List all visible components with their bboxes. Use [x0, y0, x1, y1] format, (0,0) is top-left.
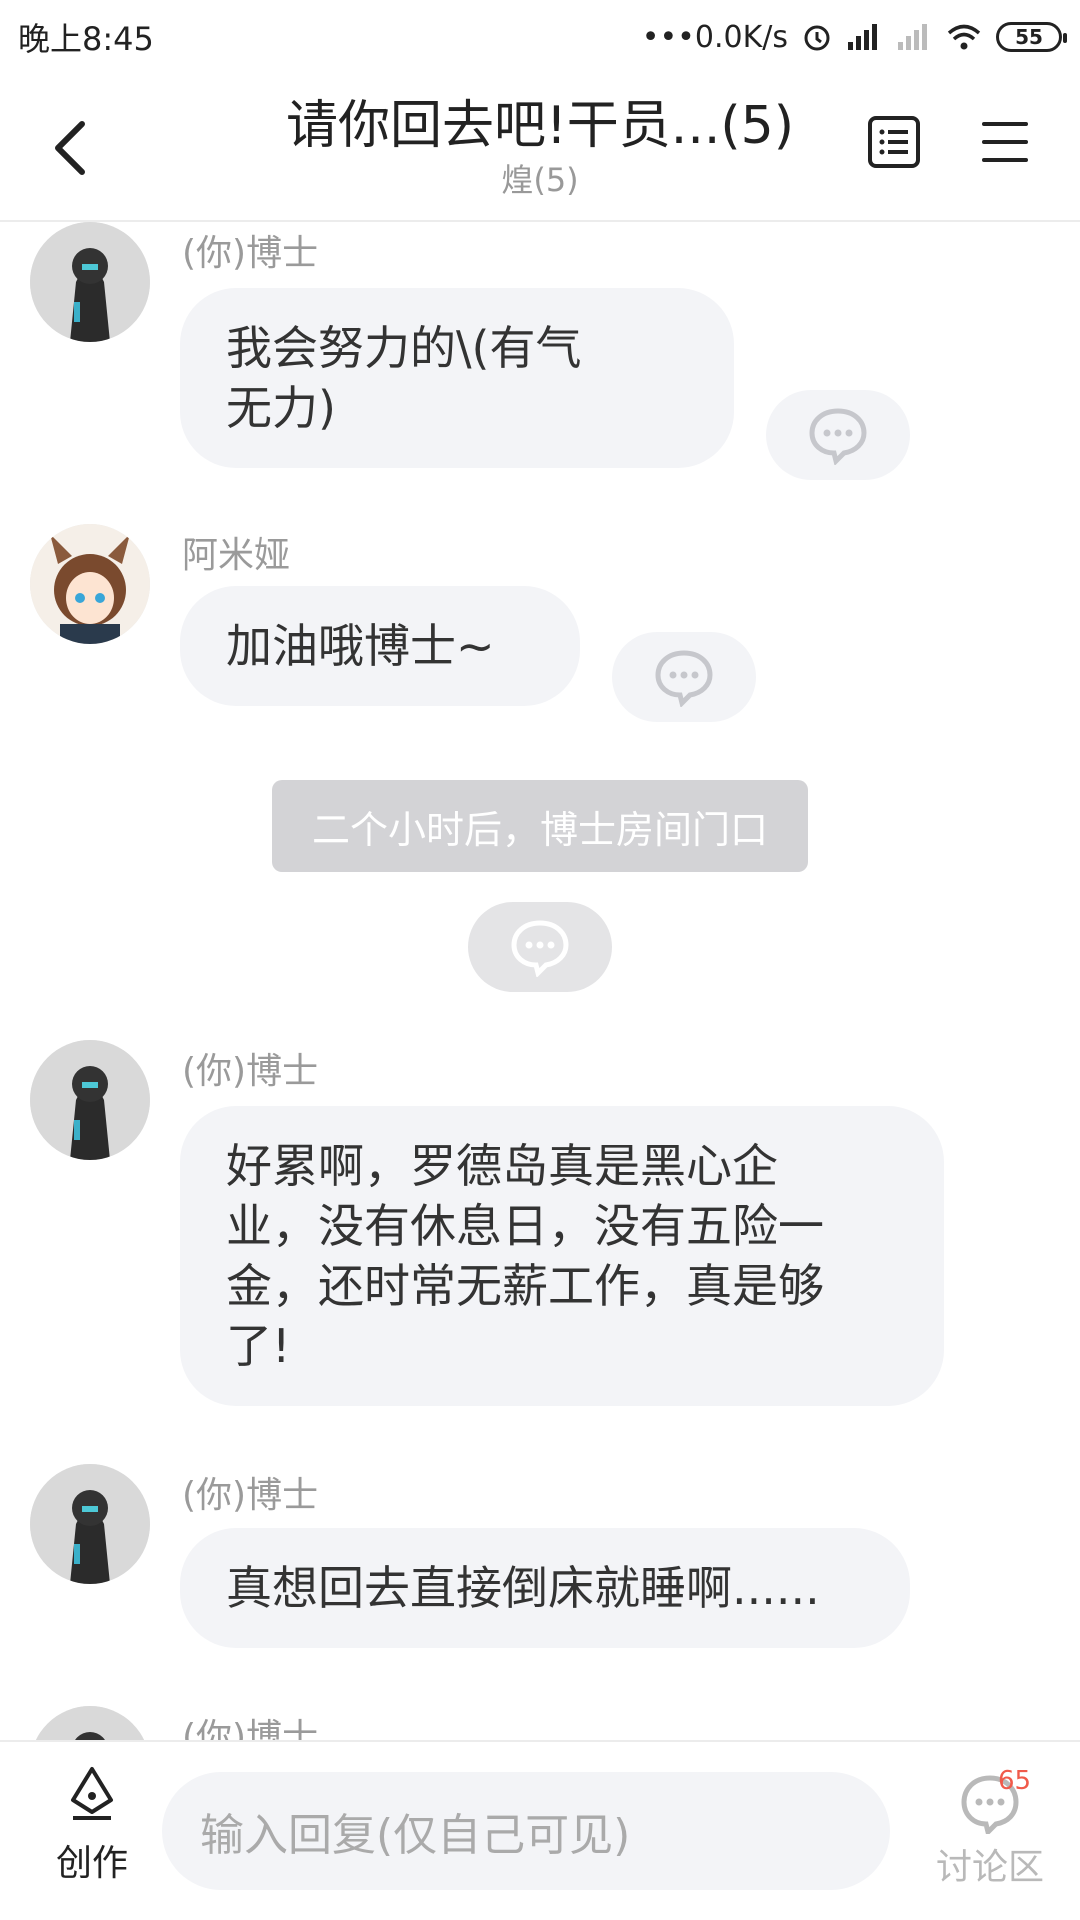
chat-area[interactable]: (你)博士 我会努力的\(有气 无力) 阿米娅 加油哦博士~ 二个小时后，博士房… — [0, 222, 1080, 1740]
sender-name: 阿米娅 — [182, 535, 291, 576]
title-area: 请你回去吧!干员...(5) 煌(5) — [200, 94, 880, 202]
chat-bubble-icon — [809, 408, 867, 465]
message-bubble[interactable]: 加油哦博士~ — [180, 586, 580, 706]
signal-empty-icon — [896, 22, 932, 52]
sender-name: (你)博士 — [182, 1717, 319, 1740]
battery-icon: 55 — [996, 22, 1067, 52]
hamburger-menu-icon — [982, 122, 1028, 162]
network-speed: •••0.0K/s — [641, 19, 788, 55]
wifi-icon — [946, 22, 982, 52]
catalog-button[interactable] — [866, 114, 926, 174]
alarm-icon — [802, 22, 832, 52]
message-bubble[interactable]: 我会努力的\(有气 无力) — [180, 288, 734, 468]
narration-comment-button[interactable] — [468, 902, 612, 992]
avatar-doctor[interactable] — [30, 1464, 150, 1584]
reply-input[interactable]: 输入回复(仅自己可见) — [162, 1772, 890, 1890]
message-bubble[interactable]: 好累啊，罗德岛真是黑心企 业，没有休息日，没有五险一 金，还时常无薪工作，真是够… — [180, 1106, 944, 1406]
chevron-left-icon — [55, 121, 85, 175]
create-button[interactable]: 创作 — [42, 1766, 142, 1896]
signal-hd-icon — [846, 22, 882, 52]
discussion-count-badge: 65 — [998, 1766, 1032, 1796]
bottom-bar: 创作 输入回复(仅自己可见) 65 讨论区 — [0, 1740, 1080, 1920]
pen-nib-icon — [71, 1767, 113, 1820]
create-label: 创作 — [55, 1843, 128, 1884]
avatar-doctor[interactable] — [30, 1040, 150, 1160]
avatar-amiya[interactable] — [30, 524, 150, 644]
comment-button[interactable] — [766, 390, 910, 480]
avatar-doctor[interactable] — [30, 222, 150, 342]
narration-label[interactable]: 二个小时后，博士房间门口 — [272, 780, 808, 872]
chat-bubble-icon — [511, 920, 569, 977]
discussion-button[interactable]: 65 讨论区 — [920, 1766, 1060, 1902]
page-subtitle: 煌(5) — [501, 161, 579, 199]
avatar-doctor[interactable] — [30, 1706, 150, 1740]
comment-button[interactable] — [612, 632, 756, 722]
list-document-icon — [868, 116, 920, 168]
sender-name: (你)博士 — [182, 1475, 319, 1516]
chat-header: 请你回去吧!干员...(5) 煌(5) — [0, 74, 1080, 222]
status-time: 晚上8:45 — [18, 20, 154, 58]
status-bar: 晚上8:45 •••0.0K/s 55 — [0, 0, 1080, 74]
page-title: 请你回去吧!干员...(5) — [285, 96, 795, 156]
menu-button[interactable] — [980, 118, 1040, 174]
chat-bubble-icon — [655, 650, 713, 707]
discussion-label: 讨论区 — [935, 1847, 1044, 1888]
sender-name: (你)博士 — [182, 233, 319, 274]
message-bubble[interactable]: 真想回去直接倒床就睡啊...... — [180, 1528, 910, 1648]
status-icons: •••0.0K/s 55 — [641, 19, 1067, 55]
sender-name: (你)博士 — [182, 1051, 319, 1092]
back-button[interactable] — [40, 110, 100, 186]
